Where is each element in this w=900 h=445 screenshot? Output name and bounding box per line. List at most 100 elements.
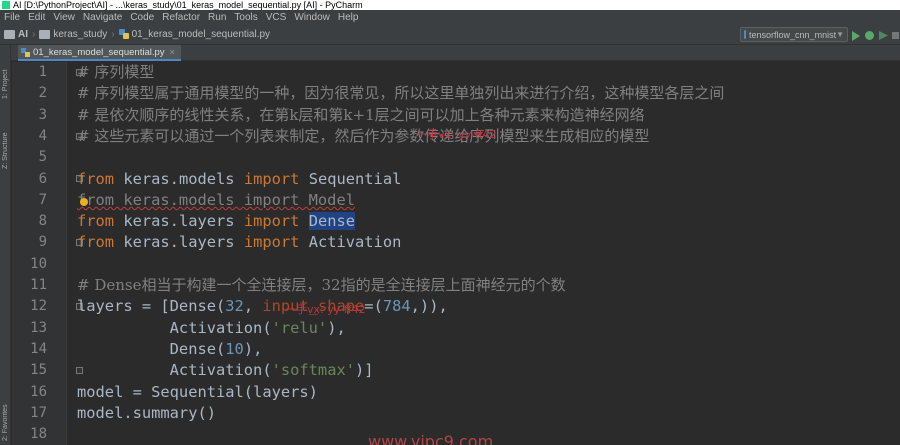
watermark-text: 一手vx: yy-ff42: [285, 303, 366, 316]
code-line-15: Activation('softmax')]: [77, 360, 374, 381]
code-line-2: # 序列模型属于通用模型的一种，因为很常见，所以这里单独列出来进行介绍，这种模型…: [77, 84, 725, 103]
identifier-token: Sequential: [299, 169, 402, 188]
structure-tool-tab[interactable]: Z: Structure: [0, 113, 11, 169]
menu-tools[interactable]: Tools: [234, 12, 257, 23]
line-number: 16: [30, 383, 47, 400]
run-with-coverage-icon[interactable]: [879, 31, 888, 40]
code-line-7: from keras.models import Model: [77, 190, 355, 211]
menu-refactor[interactable]: Refactor: [162, 12, 200, 23]
keyword-token: from: [77, 169, 115, 188]
code-token: ),: [327, 318, 346, 337]
breadcrumb-separator: ›: [111, 28, 115, 40]
editor-tab-label: 01_keras_model_sequential.py: [33, 46, 165, 58]
code-token: Activation(: [77, 361, 272, 380]
code-line-9: from keras.layers import Activation: [77, 232, 401, 253]
breadcrumb-folder[interactable]: keras_study: [39, 29, 107, 40]
line-number: 11: [30, 277, 47, 293]
line-number: 17: [30, 404, 47, 421]
line-number: 10: [30, 255, 47, 272]
line-number: 13: [30, 319, 47, 336]
module-token: keras.layers: [114, 233, 244, 252]
number-token: 10: [225, 339, 244, 358]
favorites-tool-tab[interactable]: 2: Favorites: [0, 385, 11, 441]
debug-icon[interactable]: [865, 31, 874, 40]
line-number: 5: [38, 149, 47, 166]
menu-code[interactable]: Code: [130, 12, 154, 23]
code-line-6: from keras.models import Sequential: [77, 169, 401, 190]
number-token: 32: [225, 297, 244, 316]
line-number: 15: [30, 362, 47, 379]
code-token: ),: [243, 339, 263, 358]
keyword-token: import: [243, 169, 300, 188]
code-line-16: model = Sequential(layers): [77, 382, 318, 401]
menu-edit[interactable]: Edit: [28, 12, 45, 23]
editor-tab-active[interactable]: 01_keras_model_sequential.py ×: [18, 45, 181, 61]
navigation-bar: AI › keras_study › 01_keras_model_sequen…: [0, 24, 900, 45]
lightbulb-icon[interactable]: [80, 198, 88, 206]
code-line-14: Dense(10),: [77, 339, 263, 360]
run-configuration-select[interactable]: tensorflow_cnn_mnist ▼: [740, 27, 848, 42]
menu-view[interactable]: View: [53, 12, 75, 23]
tool-window-strip: 1: Project Z: Structure 2: Favorites: [0, 45, 11, 445]
code-token: ,)),: [410, 297, 448, 316]
menu-vcs[interactable]: VCS: [266, 12, 287, 23]
menu-window[interactable]: Window: [294, 12, 330, 23]
string-token: 'relu': [271, 318, 328, 337]
breadcrumb-project[interactable]: AI: [4, 29, 28, 40]
code-line-11: # Dense相当于构建一个全连接层，32指的是全连接层上面神经元的个数: [77, 276, 566, 294]
code-token: Dense(: [77, 339, 226, 358]
code-token: =(: [364, 297, 383, 316]
line-number: 14: [30, 340, 47, 357]
menu-file[interactable]: File: [4, 12, 20, 23]
keyword-token: import: [243, 233, 300, 252]
watermark-text: 一手vx: yy-ff42: [416, 128, 497, 141]
editor-tab-bar: 01_keras_model_sequential.py ×: [11, 45, 900, 61]
code-line-13: Activation('relu'),: [77, 318, 346, 339]
python-file-icon: [118, 29, 129, 39]
project-tool-tab[interactable]: 1: Project: [0, 51, 11, 99]
line-number-gutter: 1 2 3 4 5 6 7 8 9 10 11 12 13 14 15 16 1…: [12, 62, 83, 445]
close-icon[interactable]: ×: [170, 47, 175, 57]
code-line-12: layers = [Dense(32, input_shape=(784,)),: [77, 296, 448, 317]
unused-import-token: from keras.models import Model: [77, 190, 355, 209]
selected-text: Dense: [308, 212, 356, 231]
keyword-token: import: [243, 212, 300, 231]
run-configuration-name: tensorflow_cnn_mnist: [749, 29, 837, 40]
folder-icon: [39, 29, 51, 39]
code-token: )]: [355, 361, 374, 380]
code-line-3: # 是依次顺序的线性关系，在第k层和第k+1层之间可以加上各种元素来构造神经网络: [77, 105, 645, 124]
line-number: 1: [38, 64, 47, 80]
code-line-1: # 序列模型: [77, 63, 155, 81]
code-editor[interactable]: # 序列模型 # 序列模型属于通用模型的一种，因为很常见，所以这里单独列出来进行…: [77, 62, 900, 445]
breadcrumb-separator: ›: [32, 28, 36, 40]
pycharm-icon: [2, 1, 10, 9]
menu-run[interactable]: Run: [208, 12, 226, 23]
module-token: keras.models: [114, 169, 244, 188]
module-token: keras.layers: [114, 212, 244, 231]
run-icon[interactable]: [852, 31, 860, 41]
string-token: 'softmax': [271, 361, 355, 380]
folder-icon: [4, 29, 15, 39]
line-number: 2: [38, 85, 47, 102]
stop-icon[interactable]: [892, 32, 899, 39]
keyword-token: from: [77, 233, 115, 252]
code-token: Activation(: [77, 318, 272, 337]
menu-help[interactable]: Help: [338, 12, 359, 23]
line-number: 3: [38, 106, 47, 123]
code-token: layers = [Dense(: [77, 297, 226, 316]
line-number: 4: [38, 127, 47, 144]
python-file-icon: [21, 47, 30, 57]
line-number: 6: [38, 170, 47, 187]
chevron-down-icon: ▼: [836, 30, 844, 39]
window-title: AI [D:\PythonProject\AI] - ...\keras_stu…: [13, 0, 363, 10]
identifier-token: Activation: [299, 233, 402, 252]
window-title-bar: AI [D:\PythonProject\AI] - ...\keras_stu…: [0, 0, 900, 10]
menu-navigate[interactable]: Navigate: [83, 12, 122, 23]
number-token: 784: [382, 297, 411, 316]
line-number: 7: [38, 191, 47, 208]
line-number: 8: [38, 213, 47, 230]
breadcrumb-file[interactable]: 01_keras_model_sequential.py: [118, 29, 270, 40]
code-line-8: from keras.layers import Dense: [77, 211, 356, 232]
code-token: ,: [243, 297, 263, 316]
